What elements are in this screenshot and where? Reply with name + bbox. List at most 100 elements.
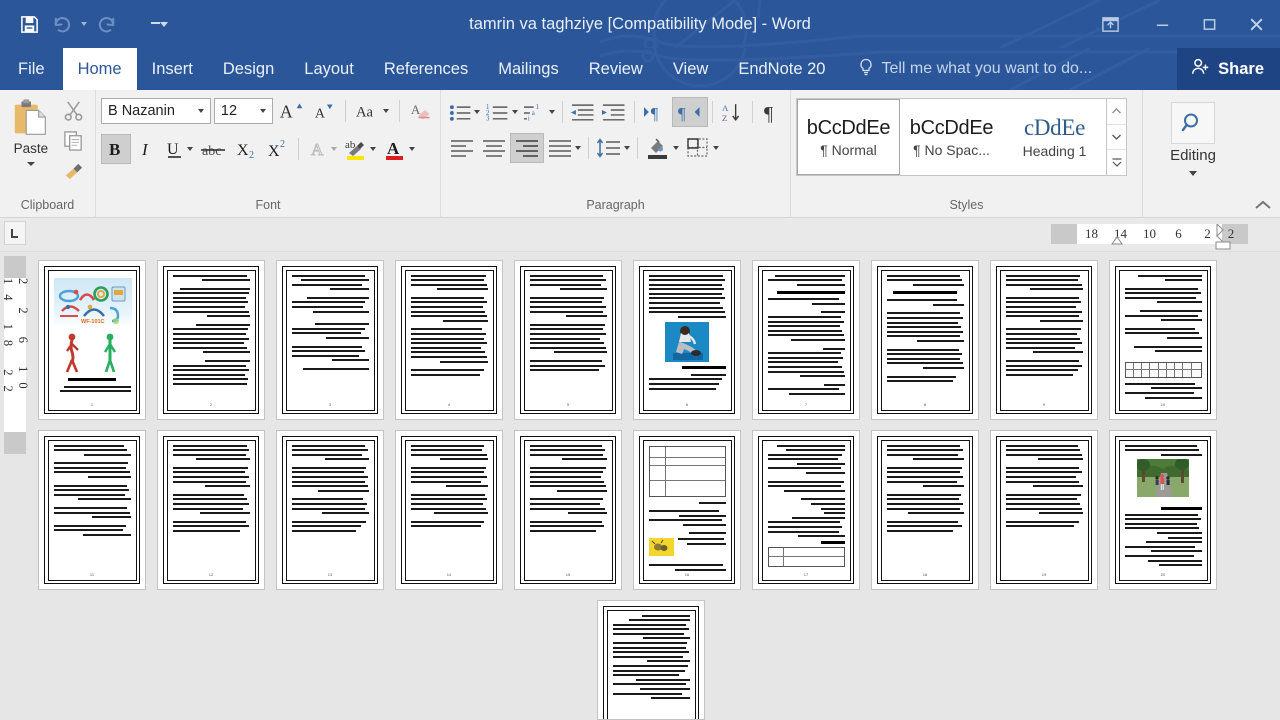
cut-icon[interactable] bbox=[63, 100, 84, 126]
document-page-17[interactable]: 17 bbox=[752, 430, 860, 590]
document-page-4[interactable]: 4 bbox=[395, 260, 503, 420]
style-normal[interactable]: bCcDdEe ¶ Normal bbox=[797, 99, 900, 175]
font-size-dropdown-icon[interactable] bbox=[256, 109, 270, 113]
underline-icon[interactable]: U bbox=[161, 134, 196, 164]
document-page-16[interactable]: 16 bbox=[633, 430, 741, 590]
document-workspace[interactable]: 2 2 6 10 14 18 22 WF-101C 1 2 3 4 5 6 7 … bbox=[0, 252, 1280, 720]
italic-icon[interactable]: I bbox=[132, 134, 160, 164]
ribbon-display-options-icon[interactable] bbox=[1081, 0, 1139, 48]
tab-layout[interactable]: Layout bbox=[289, 48, 369, 90]
font-name-combobox[interactable]: B Nazanin bbox=[101, 98, 211, 124]
redo-icon[interactable] bbox=[92, 9, 122, 39]
tab-design[interactable]: Design bbox=[208, 48, 289, 90]
document-page-20[interactable]: 20 bbox=[1109, 430, 1217, 590]
document-page-3[interactable]: 3 bbox=[276, 260, 384, 420]
left-tab-stop-icon[interactable] bbox=[4, 221, 26, 245]
document-page-2[interactable]: 2 bbox=[157, 260, 265, 420]
clear-formatting-icon[interactable]: A bbox=[407, 96, 435, 126]
copy-icon[interactable] bbox=[63, 130, 84, 156]
change-case-icon[interactable]: Aa bbox=[353, 96, 392, 126]
ribbon[interactable]: Paste Clipboard B Nazanin 12 A A Aa A B … bbox=[0, 90, 1280, 218]
save-icon[interactable] bbox=[14, 9, 44, 39]
styles-gallery[interactable]: bCcDdEe ¶ Normal bCcDdEe ¶ No Spac... cD… bbox=[796, 98, 1107, 176]
shrink-font-icon[interactable]: A bbox=[310, 96, 338, 126]
find-magnifier-icon[interactable] bbox=[1171, 102, 1215, 144]
strikethrough-icon[interactable]: abc bbox=[197, 134, 231, 164]
share-button[interactable]: Share bbox=[1177, 48, 1280, 90]
scroll-up-icon[interactable] bbox=[1107, 99, 1126, 125]
style-no-spacing[interactable]: bCcDdEe ¶ No Spac... bbox=[900, 99, 1003, 175]
borders-icon[interactable] bbox=[682, 133, 722, 163]
increase-indent-icon[interactable] bbox=[598, 97, 629, 127]
window-controls[interactable] bbox=[1081, 0, 1280, 48]
collapse-ribbon-icon[interactable] bbox=[1254, 199, 1272, 211]
document-page-7[interactable]: 7 bbox=[752, 260, 860, 420]
text-highlight-icon[interactable]: ab bbox=[341, 134, 379, 164]
document-page-8[interactable]: 8 bbox=[871, 260, 979, 420]
close-icon[interactable] bbox=[1233, 0, 1280, 48]
rtl-text-direction-icon[interactable]: ¶ bbox=[672, 97, 708, 127]
styles-scrollbar[interactable] bbox=[1107, 98, 1127, 176]
tab-review[interactable]: Review bbox=[574, 48, 658, 90]
font-name-dropdown-icon[interactable] bbox=[194, 109, 208, 113]
customize-quick-access-icon[interactable] bbox=[146, 11, 172, 37]
format-painter-icon[interactable] bbox=[63, 160, 84, 186]
tab-mailings[interactable]: Mailings bbox=[483, 48, 574, 90]
minimize-icon[interactable] bbox=[1139, 0, 1186, 48]
tab-endnote[interactable]: EndNote 20 bbox=[723, 48, 840, 90]
line-spacing-icon[interactable] bbox=[593, 133, 633, 163]
document-page-1[interactable]: WF-101C 1 bbox=[38, 260, 146, 420]
horizontal-ruler[interactable]: 18 14 10 6 2 2 bbox=[1051, 224, 1248, 244]
bold-icon[interactable]: B bbox=[101, 134, 131, 164]
editing-button[interactable]: Editing bbox=[1148, 96, 1238, 176]
document-page-18[interactable]: 18 bbox=[871, 430, 979, 590]
multilevel-list-icon[interactable]: 1ai bbox=[521, 97, 558, 127]
undo-dropdown-icon[interactable] bbox=[78, 11, 90, 37]
document-page-19[interactable]: 19 bbox=[990, 430, 1098, 590]
maximize-icon[interactable] bbox=[1186, 0, 1233, 48]
document-page-13[interactable]: 13 bbox=[276, 430, 384, 590]
ribbon-tabs[interactable]: File Home Insert Design Layout Reference… bbox=[0, 48, 1280, 90]
superscript-icon[interactable]: X2 bbox=[263, 134, 293, 164]
ltr-text-direction-icon[interactable]: ¶ bbox=[639, 97, 672, 127]
tab-view[interactable]: View bbox=[658, 48, 723, 90]
numbering-icon[interactable]: 123 bbox=[483, 97, 520, 127]
tell-me-search[interactable]: Tell me what you want to do... bbox=[840, 48, 1092, 90]
quick-access-toolbar[interactable] bbox=[0, 9, 172, 39]
show-formatting-marks-icon[interactable]: ¶ bbox=[757, 97, 785, 127]
grow-font-icon[interactable]: A bbox=[276, 96, 306, 126]
document-page-10[interactable]: 10 bbox=[1109, 260, 1217, 420]
document-page-6[interactable]: 6 bbox=[633, 260, 741, 420]
text-effects-icon[interactable]: A bbox=[304, 134, 340, 164]
document-page-9[interactable]: 9 bbox=[990, 260, 1098, 420]
document-page-14[interactable]: 14 bbox=[395, 430, 503, 590]
document-page-15[interactable]: 15 bbox=[514, 430, 622, 590]
scroll-down-icon[interactable] bbox=[1107, 125, 1126, 151]
vertical-ruler[interactable]: 2 2 6 10 14 18 22 bbox=[1, 256, 30, 454]
tab-home[interactable]: Home bbox=[62, 48, 137, 90]
horizontal-ruler-row[interactable]: 18 14 10 6 2 2 bbox=[0, 218, 1280, 252]
style-heading-1[interactable]: cDdEe Heading 1 bbox=[1003, 99, 1106, 175]
tab-file[interactable]: File bbox=[0, 48, 63, 90]
paste-button[interactable]: Paste bbox=[5, 96, 57, 198]
subscript-icon[interactable]: X2 bbox=[232, 134, 262, 164]
tab-insert[interactable]: Insert bbox=[137, 48, 208, 90]
decrease-indent-icon[interactable] bbox=[567, 97, 598, 127]
page-thumbnails[interactable]: WF-101C 1 2 3 4 5 6 7 8 9 10 11 12 13 14… bbox=[38, 260, 1258, 590]
shading-icon[interactable] bbox=[642, 133, 682, 163]
align-right-icon[interactable] bbox=[510, 133, 544, 163]
paste-dropdown-icon[interactable] bbox=[26, 162, 35, 166]
more-styles-icon[interactable] bbox=[1107, 150, 1126, 175]
tab-references[interactable]: References bbox=[369, 48, 483, 90]
align-left-icon[interactable] bbox=[446, 133, 478, 163]
sort-icon[interactable]: AZ bbox=[717, 97, 748, 127]
font-size-combobox[interactable]: 12 bbox=[213, 98, 274, 124]
document-page-11[interactable]: 11 bbox=[38, 430, 146, 590]
bullets-icon[interactable] bbox=[446, 97, 483, 127]
document-page-21[interactable] bbox=[597, 600, 705, 720]
undo-icon[interactable] bbox=[46, 9, 76, 39]
align-center-icon[interactable] bbox=[478, 133, 510, 163]
justify-icon[interactable] bbox=[544, 133, 584, 163]
font-color-icon[interactable]: A bbox=[380, 134, 418, 164]
document-page-5[interactable]: 5 bbox=[514, 260, 622, 420]
